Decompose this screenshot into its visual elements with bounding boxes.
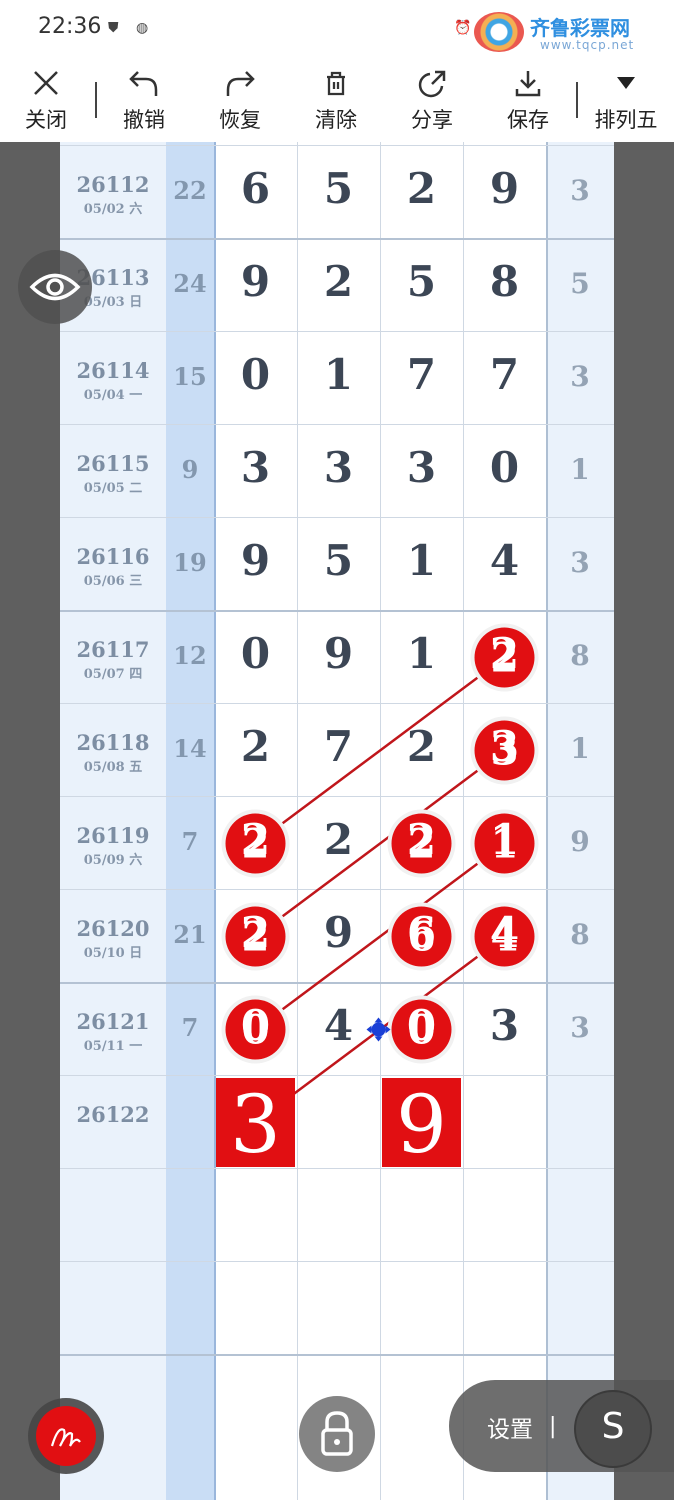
clear-label: 清除 bbox=[315, 108, 357, 132]
digit-cell: 2 bbox=[489, 629, 520, 678]
digit-cell: 3 bbox=[489, 722, 520, 771]
toolbar-divider bbox=[576, 82, 578, 118]
clear-button[interactable]: 清除 bbox=[296, 58, 376, 142]
share-button[interactable]: 分享 bbox=[392, 58, 472, 142]
wechat-icon: ◍ bbox=[136, 20, 149, 36]
digit-cell: 2 bbox=[240, 908, 271, 957]
settings-label[interactable]: 设置 bbox=[487, 1410, 533, 1444]
status-time: 22:36 bbox=[38, 14, 102, 39]
eye-icon bbox=[29, 273, 81, 301]
undo-icon bbox=[104, 68, 184, 100]
prediction-digit: 9 bbox=[396, 1078, 447, 1171]
prediction-digit: 3 bbox=[230, 1078, 281, 1171]
digit-cell: 2 bbox=[406, 815, 437, 864]
digit-cell: 4 bbox=[489, 908, 520, 957]
share-label: 分享 bbox=[411, 108, 453, 132]
shield-icon: ⛊ bbox=[108, 20, 119, 36]
visibility-toggle-button[interactable] bbox=[18, 250, 92, 324]
pen-tool-button[interactable] bbox=[28, 1398, 104, 1474]
signature-pen-icon bbox=[50, 1428, 81, 1447]
s-mode-glyph: S bbox=[601, 1406, 625, 1447]
save-button[interactable]: 保存 bbox=[488, 58, 568, 142]
share-icon bbox=[392, 68, 472, 100]
digit-cell: 1 bbox=[489, 815, 520, 864]
redo-label: 恢复 bbox=[219, 108, 261, 132]
status-bar: 22:36 ⛊ ◍ ⏰ 齐鲁彩票网 www.tqcp.net bbox=[0, 0, 674, 58]
alarm-icon: ⏰ bbox=[454, 20, 472, 36]
settings-divider: | bbox=[549, 1414, 557, 1439]
watermark-url: www.tqcp.net bbox=[540, 38, 635, 52]
watermark-name: 齐鲁彩票网 bbox=[530, 16, 630, 40]
close-label: 关闭 bbox=[25, 108, 67, 132]
trend-chart[interactable]: 26112 05/02 六 22 6 5 2 9 3 26113 05/03 日 24 9 2 5 8 5 26… bbox=[60, 142, 614, 1500]
save-label: 保存 bbox=[507, 108, 549, 132]
digit-cell: 2 bbox=[240, 815, 271, 864]
download-icon bbox=[488, 68, 568, 100]
lottery-type-label: 排列五 bbox=[594, 108, 658, 132]
digit-cell: 0 bbox=[406, 1001, 437, 1050]
watermark-logo-icon bbox=[474, 12, 524, 52]
digit-cell: 0 bbox=[240, 1001, 271, 1050]
digit-cell: 6 bbox=[406, 908, 437, 957]
watermark: 齐鲁彩票网 www.tqcp.net bbox=[474, 8, 674, 54]
redo-button[interactable]: 恢复 bbox=[200, 58, 280, 142]
undo-button[interactable]: 撤销 bbox=[104, 58, 184, 142]
left-margin bbox=[0, 142, 60, 1500]
caret-down-icon bbox=[586, 68, 666, 100]
undo-label: 撤销 bbox=[123, 108, 165, 132]
redo-icon bbox=[200, 68, 280, 100]
toolbar-divider bbox=[95, 82, 97, 118]
lottery-type-dropdown[interactable]: 排列五 bbox=[586, 58, 666, 142]
lock-icon bbox=[321, 1411, 353, 1456]
close-icon bbox=[6, 68, 86, 100]
settings-panel[interactable]: 设置 | S bbox=[449, 1380, 674, 1472]
trash-icon bbox=[296, 68, 376, 100]
right-margin bbox=[614, 142, 674, 1500]
close-button[interactable]: 关闭 bbox=[6, 58, 86, 142]
toolbar: 关闭 撤销 恢复 清除 分享 保存 排列五 bbox=[0, 58, 674, 142]
s-mode-button[interactable]: S bbox=[574, 1390, 652, 1468]
lock-button[interactable] bbox=[299, 1396, 375, 1472]
